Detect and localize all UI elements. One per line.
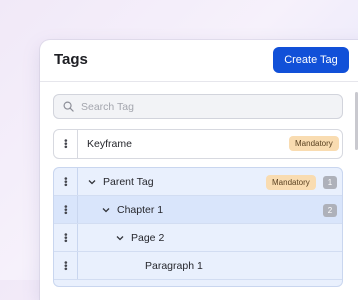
chevron-down-icon[interactable] (101, 204, 113, 216)
search-input[interactable] (79, 99, 303, 114)
tag-label: Paragraph 1 (145, 259, 203, 272)
tag-item-parent-tag[interactable]: ••• Parent Tag Mandatory 1 (54, 168, 342, 196)
tag-label: Parent Tag (103, 175, 154, 188)
tag-item-paragraph-1[interactable]: ••• Paragraph 1 (54, 252, 342, 280)
drag-handle-icon[interactable]: ••• (54, 130, 78, 158)
drag-handle-icon[interactable]: ••• (54, 252, 78, 279)
chevron-down-icon[interactable] (87, 176, 99, 188)
search-box[interactable] (53, 94, 343, 119)
child-count-badge: 2 (323, 204, 337, 217)
mandatory-badge: Mandatory (266, 175, 316, 190)
tag-label: Keyframe (87, 138, 132, 150)
create-tag-button[interactable]: Create Tag (273, 47, 349, 73)
tag-item-page-2[interactable]: ••• Page 2 (54, 224, 342, 252)
page-title: Tags (54, 51, 88, 68)
mandatory-badge: Mandatory (289, 136, 339, 151)
drag-handle-icon[interactable]: ••• (54, 224, 78, 251)
search-icon (63, 101, 74, 112)
drag-handle-icon[interactable]: ••• (54, 196, 78, 223)
tag-item-chapter-1[interactable]: ••• Chapter 1 2 (54, 196, 342, 224)
chevron-down-icon[interactable] (115, 232, 127, 244)
tags-panel: Tags Create Tag ••• Keyframe Mandatory •… (40, 40, 358, 300)
tag-label: Page 2 (131, 231, 165, 244)
child-count-badge: 1 (323, 176, 337, 189)
tag-item-keyframe[interactable]: ••• Keyframe Mandatory (53, 129, 343, 159)
drag-handle-icon[interactable]: ••• (54, 168, 78, 195)
tag-label: Chapter 1 (117, 203, 164, 216)
panel-header: Tags Create Tag (40, 40, 358, 82)
tag-tree-parent: ••• Parent Tag Mandatory 1 ••• Chapter 1… (53, 167, 343, 287)
